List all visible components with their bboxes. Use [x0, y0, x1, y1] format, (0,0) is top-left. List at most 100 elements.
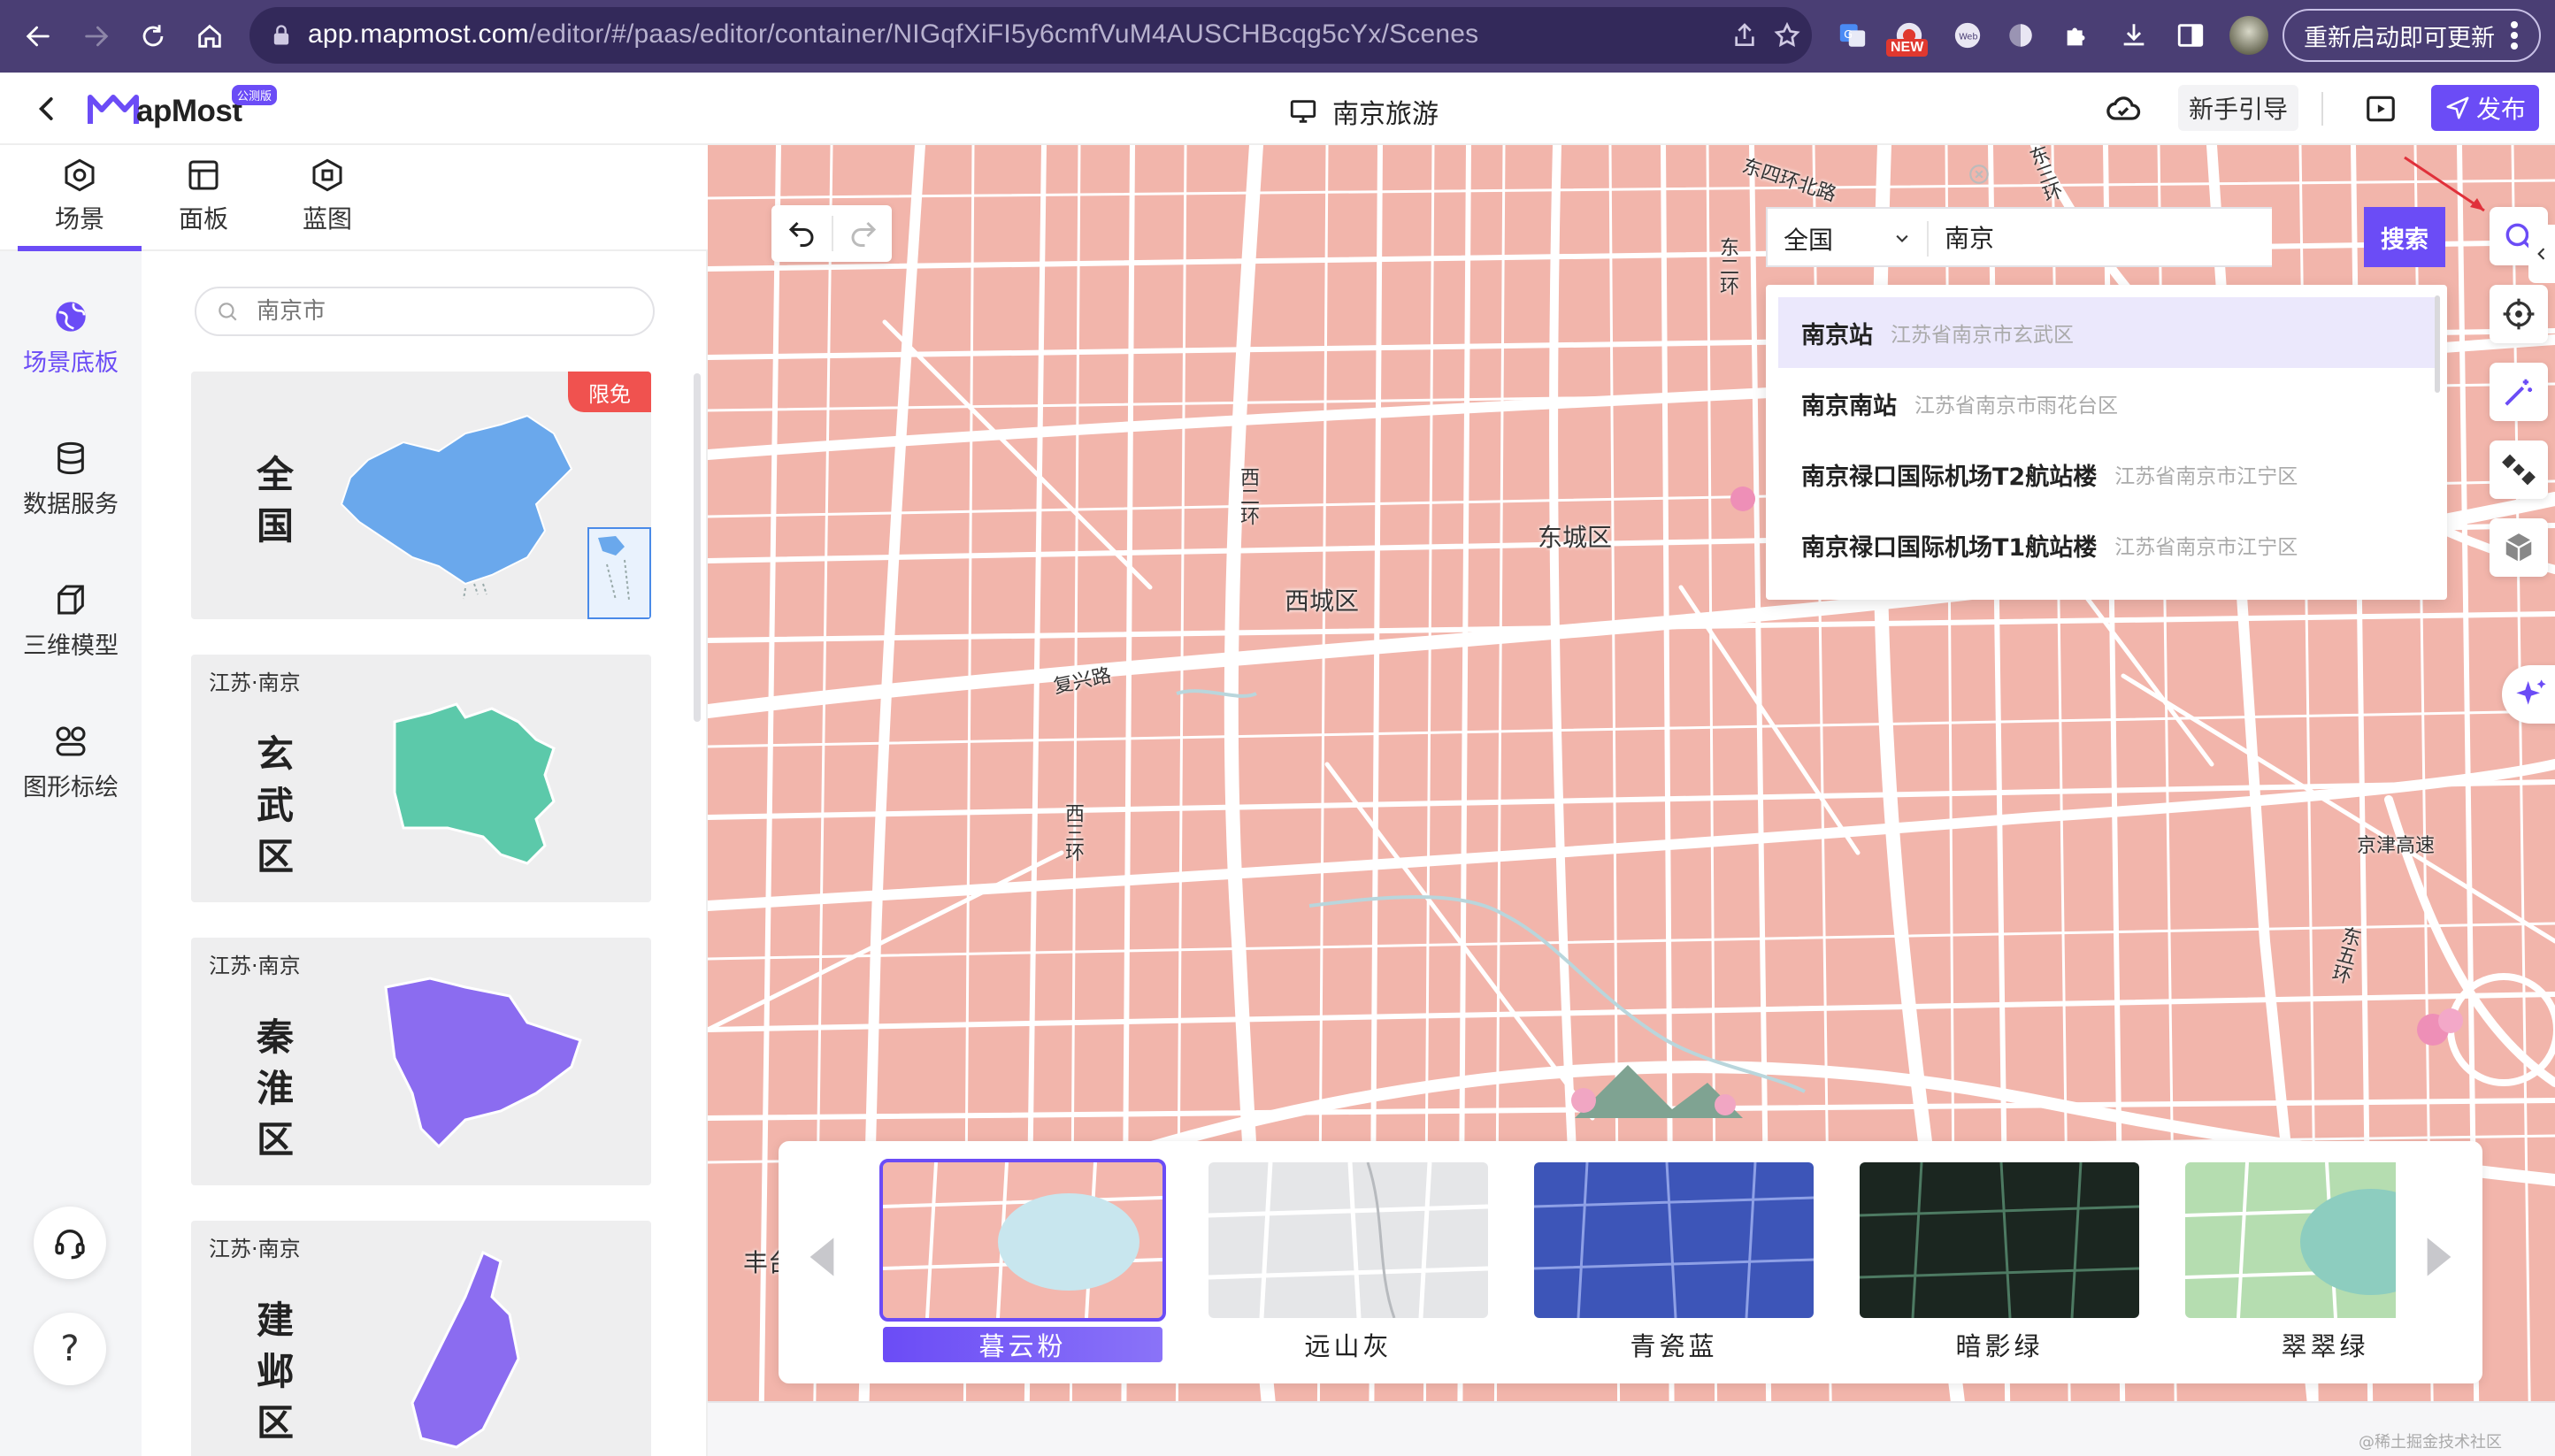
suggestion-item[interactable]: 南京站 江苏省南京市玄武区 — [1778, 297, 2436, 368]
web-extension-icon[interactable]: Web — [1950, 18, 1985, 53]
box-icon — [2505, 533, 2532, 562]
south-china-sea-inset — [587, 527, 651, 619]
bookmark-star-icon[interactable] — [1773, 21, 1801, 50]
shapes-icon — [56, 726, 86, 756]
scene-card-name: 全国 — [256, 453, 294, 548]
region-select[interactable]: 全国 — [1784, 221, 1833, 257]
basemap-gray[interactable]: 远山灰 — [1208, 1162, 1488, 1362]
svg-text:Web: Web — [1959, 32, 1978, 42]
share-icon[interactable] — [1730, 21, 1759, 50]
locate-tool[interactable] — [2490, 285, 2548, 343]
tab-blueprint[interactable]: 蓝图 — [265, 157, 389, 249]
chevron-down-icon[interactable] — [1893, 230, 1911, 248]
address-bar[interactable]: app.mapmost.com/editor/#/paas/editor/con… — [249, 7, 1812, 64]
xuanwu-map-shape — [393, 702, 556, 865]
browser-home-icon[interactable] — [186, 12, 234, 60]
guide-button[interactable]: 新手引导 — [2178, 85, 2298, 131]
tab-scene-label: 场景 — [54, 204, 104, 234]
suggestion-name: 南京禄口国际机场T2航站楼 — [1801, 463, 2098, 491]
download-icon[interactable] — [2116, 18, 2152, 53]
profile-avatar[interactable] — [2229, 16, 2268, 55]
redo-icon[interactable] — [848, 218, 879, 249]
satellite-tool[interactable] — [2490, 441, 2548, 499]
mapmost-logo-icon — [88, 95, 139, 124]
collapse-panel-tab[interactable] — [2528, 225, 2555, 283]
undo-redo-group — [771, 205, 892, 262]
undo-icon[interactable] — [786, 218, 817, 249]
map-label-west-ring-3: 西三环 — [1062, 803, 1084, 862]
suggestion-name: 南京南站 — [1801, 392, 1897, 420]
extensions-puzzle-icon[interactable] — [2060, 18, 2095, 53]
search-divider — [1927, 221, 1929, 257]
basemap-thumb-green — [2185, 1162, 2396, 1318]
arrow-left-icon[interactable] — [807, 1235, 837, 1279]
suggestions-scrollbar[interactable] — [2435, 295, 2440, 393]
map-label-jingjin-expressway: 京津高速 — [2357, 835, 2436, 857]
preview-play-icon[interactable] — [2364, 92, 2398, 126]
basemap-label: 暗影绿 — [1955, 1331, 2044, 1361]
magic-wand-icon — [2505, 379, 2533, 406]
suggestion-item[interactable]: 南京南站 江苏省南京市雨花台区 — [1778, 368, 2436, 439]
browser-reload-icon[interactable] — [129, 12, 177, 60]
suggestion-item[interactable]: 南京禄口国际机场T2航站楼 江苏省南京市江宁区 — [1778, 439, 2436, 510]
scene-search-box[interactable] — [195, 287, 655, 336]
scene-card-qinhuai[interactable]: 江苏·南京 秦淮区 — [191, 938, 651, 1185]
map-canvas[interactable]: 东城区 西城区 复兴路 西二环 西三环 东四环北路 东二环 京津高速 东五环 丰… — [708, 145, 2555, 1456]
tab-panel-label: 面板 — [178, 204, 228, 234]
watermark: @稀土掘金技术社区 — [2359, 1433, 2502, 1452]
basemap-dark-green[interactable]: 暗影绿 — [1860, 1162, 2139, 1362]
rail-item-graphic-draw[interactable]: 图形标绘 — [0, 711, 142, 844]
browser-forward-icon[interactable] — [73, 12, 120, 60]
rail-item-3d-model[interactable]: 三维模型 — [0, 570, 142, 702]
support-button[interactable] — [34, 1207, 106, 1279]
dark-reader-icon[interactable] — [2003, 18, 2038, 53]
basemap-blue[interactable]: 青瓷蓝 — [1534, 1162, 1814, 1362]
tab-scene[interactable]: 场景 — [18, 157, 142, 251]
browser-menu-icon[interactable] — [2509, 19, 2520, 51]
scene-card-name: 玄武区 — [256, 732, 294, 878]
rail-label-3d-model: 三维模型 — [23, 632, 119, 660]
free-tag: 限免 — [568, 372, 651, 412]
scene-card-xuanwu[interactable]: 江苏·南京 玄武区 — [191, 655, 651, 902]
magic-wand-tool[interactable] — [2490, 363, 2548, 421]
scene-search-input[interactable] — [257, 298, 610, 325]
scene-card-name: 秦淮区 — [256, 1015, 294, 1161]
publish-button[interactable]: 发布 — [2431, 85, 2539, 131]
3d-box-tool[interactable] — [2490, 518, 2548, 577]
cloud-sync-icon[interactable] — [2106, 92, 2141, 127]
basemap-label: 青瓷蓝 — [1630, 1331, 1718, 1361]
suggestion-item[interactable]: 南京禄口国际机场T1航站楼 江苏省南京市江宁区 — [1778, 510, 2436, 580]
svg-text:G: G — [1844, 28, 1853, 42]
browser-back-icon[interactable] — [14, 12, 62, 60]
new-badge: NEW — [1886, 39, 1929, 57]
scene-card-name: 建邺区 — [256, 1299, 294, 1445]
scene-card-jianye[interactable]: 江苏·南京 建邺区 — [191, 1221, 651, 1456]
panel-icon — [188, 160, 219, 190]
rail-label-graphic-draw: 图形标绘 — [23, 774, 119, 801]
rail-item-data-service[interactable]: 数据服务 — [0, 428, 142, 561]
relaunch-update-button[interactable]: 重新启动即可更新 — [2283, 9, 2541, 62]
globe-icon — [56, 302, 86, 332]
clear-icon[interactable] — [1968, 163, 1991, 186]
scene-card-region: 江苏·南京 — [209, 1237, 301, 1261]
cherry-blossom-marker — [1730, 487, 1755, 511]
top-tabs: 场景 面板 蓝图 — [0, 145, 708, 251]
location-search-input[interactable] — [1945, 218, 2228, 257]
scene-card-china[interactable]: 全国 限免 — [191, 372, 651, 619]
help-button[interactable]: ? — [34, 1313, 106, 1385]
suggestion-name: 南京站 — [1801, 321, 1873, 349]
basemap-thumb-pink — [879, 1159, 1166, 1322]
translate-extension-icon[interactable]: G — [1835, 18, 1870, 53]
basemap-green[interactable]: 翠翠绿 — [2185, 1162, 2396, 1362]
china-map-shape — [340, 414, 573, 600]
panel-scrollbar[interactable] — [694, 373, 701, 722]
back-icon[interactable] — [30, 92, 64, 126]
side-panel-icon[interactable] — [2173, 18, 2208, 53]
ai-assistant-button[interactable] — [2502, 665, 2555, 724]
browser-toolbar: app.mapmost.com/editor/#/paas/editor/con… — [0, 0, 2555, 73]
arrow-right-icon[interactable] — [2424, 1235, 2454, 1279]
rail-item-scene-base[interactable]: 场景底板 — [0, 287, 142, 419]
cherry-blossom-marker — [2417, 1008, 2463, 1046]
tab-panel[interactable]: 面板 — [142, 157, 265, 249]
basemap-pink[interactable]: 暮云粉 — [879, 1159, 1166, 1362]
